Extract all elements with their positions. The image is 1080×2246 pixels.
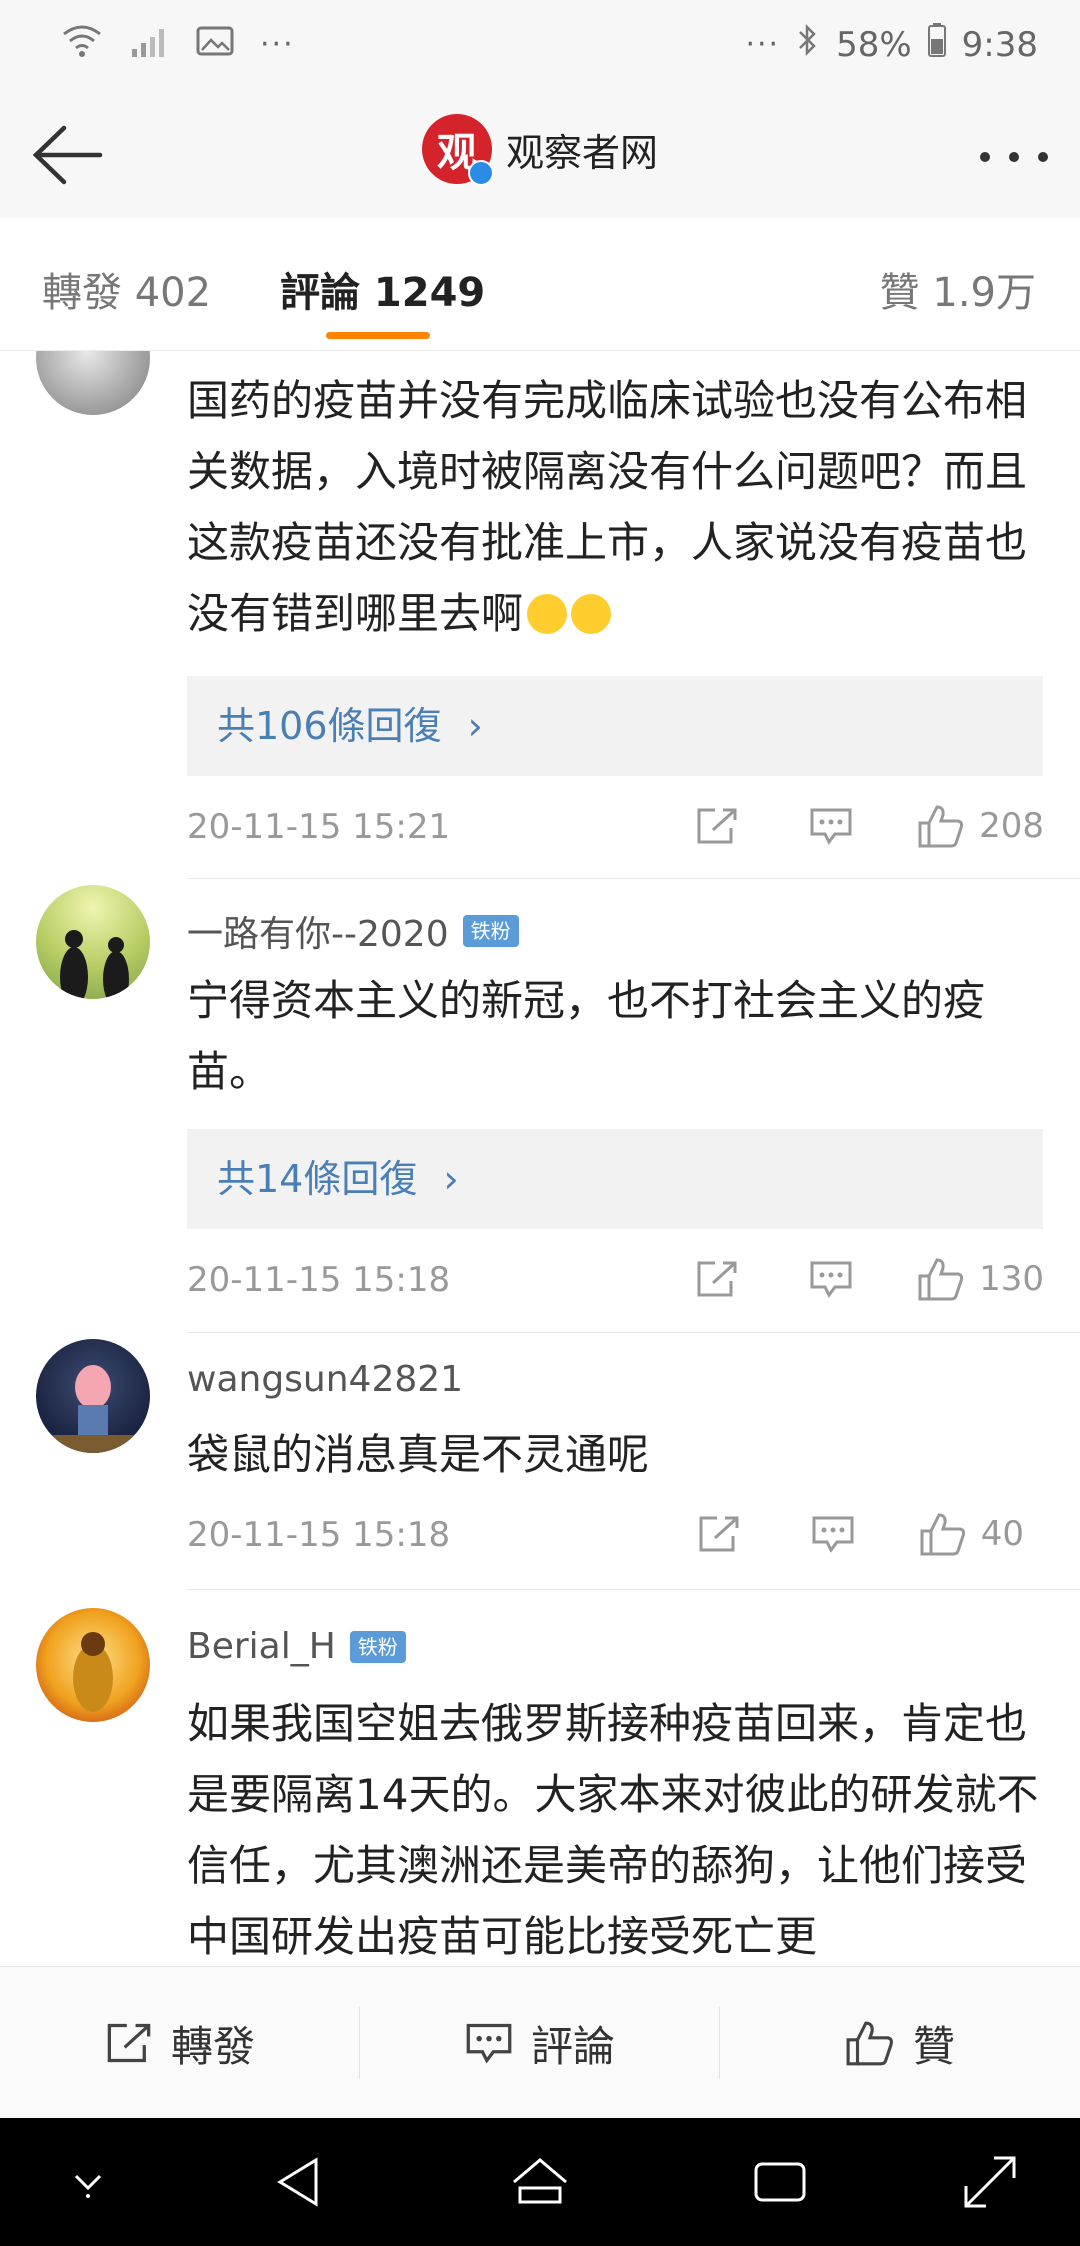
status-bar: ··· ··· 58% 9:38 xyxy=(0,0,1080,90)
comment-icon xyxy=(810,1261,852,1298)
username[interactable]: Berial_H xyxy=(187,1626,336,1667)
comment-icon xyxy=(466,2023,512,2064)
nav-fullscreen-button[interactable] xyxy=(958,2150,1022,2214)
status-right-dots: ··· xyxy=(745,27,781,62)
tab-likes[interactable]: 贊 1.9万 xyxy=(880,260,1036,318)
system-nav-bar xyxy=(0,2118,1080,2246)
like-label: 贊 xyxy=(912,2021,955,2071)
share-icon xyxy=(107,2023,151,2063)
tab-bar: 轉發 402 評論 1249 贊 1.9万 xyxy=(0,218,1080,351)
like-post-button[interactable]: 贊 xyxy=(720,1967,1080,2119)
clock: 9:38 xyxy=(961,24,1038,65)
repost-button[interactable]: 轉發 xyxy=(0,1967,360,2119)
share-button[interactable] xyxy=(695,806,739,846)
comment-button[interactable]: 評論 xyxy=(360,1967,720,2119)
comment-meta: 20-11-15 15:21 208 xyxy=(187,803,1044,853)
nav-home-button[interactable] xyxy=(508,2150,572,2214)
avatar[interactable] xyxy=(36,885,150,999)
comment-user[interactable]: Berial_H 铁粉 xyxy=(187,1626,406,1667)
share-icon xyxy=(697,808,737,844)
recents-icon xyxy=(754,2162,806,2202)
reply-button[interactable] xyxy=(809,806,853,846)
thumbs-up-icon xyxy=(920,1513,965,1556)
avatar[interactable] xyxy=(36,1339,150,1453)
chevron-down-icon xyxy=(74,2174,102,2198)
fan-badge: 铁粉 xyxy=(349,1630,406,1663)
share-button[interactable] xyxy=(697,1514,741,1554)
thinking-emoji-icon xyxy=(527,594,568,634)
comment-feed[interactable]: 国药的疫苗并没有完成临床试验也没有公布相关数据，入境时被隔离没有什么问题吧？而且… xyxy=(0,351,1080,1966)
like-count: 40 xyxy=(980,1514,1024,1554)
avatar[interactable] xyxy=(36,351,150,415)
replies-count: 共14條回復 xyxy=(217,1157,418,1201)
home-icon xyxy=(513,2158,567,2204)
wifi-icon xyxy=(60,22,104,66)
reply-button[interactable] xyxy=(809,1259,853,1299)
replies-link[interactable]: 共14條回復 › xyxy=(187,1129,1043,1229)
comment-meta: 20-11-15 15:18 130 xyxy=(187,1256,1044,1306)
avatar[interactable] xyxy=(36,1608,150,1722)
bluetooth-icon xyxy=(796,22,820,67)
chevron-right-icon: › xyxy=(443,1157,459,1201)
bottom-action-bar: 轉發 評論 贊 xyxy=(0,1966,1080,2119)
username[interactable]: 一路有你--2020 xyxy=(187,905,449,957)
divider xyxy=(187,1332,1080,1333)
timestamp: 20-11-15 15:18 xyxy=(187,1260,451,1300)
more-dots-icon xyxy=(980,152,1048,162)
comment-text: 如果我国空姐去俄罗斯接种疫苗回来，肯定也是要隔离14天的。大家本来对彼此的研发就… xyxy=(187,1699,1039,1961)
status-left-dots: ··· xyxy=(260,26,295,62)
comment-meta: 20-11-15 15:18 40 xyxy=(187,1511,1044,1561)
more-options-button[interactable] xyxy=(978,130,1050,170)
battery-percent: 58% xyxy=(836,24,912,65)
comment-icon xyxy=(812,1516,854,1553)
page-title: 观察者网 xyxy=(505,130,658,175)
comment-text: 宁得资本主义的新冠，也不打社会主义的疫苗。 xyxy=(187,976,986,1096)
like-count: 208 xyxy=(979,806,1044,846)
active-tab-indicator xyxy=(326,332,430,339)
signal-icon xyxy=(130,25,170,63)
tab-repost[interactable]: 轉發 402 xyxy=(42,260,211,318)
battery-icon xyxy=(927,23,946,66)
comment-text: 国药的疫苗并没有完成临床试验也没有公布相关数据，入境时被隔离没有什么问题吧？而且… xyxy=(187,376,1028,638)
thumbs-up-icon xyxy=(918,1258,964,1301)
back-triangle-icon xyxy=(277,2157,318,2207)
expand-icon xyxy=(964,2156,1016,2208)
like-button[interactable]: 208 xyxy=(917,803,1044,849)
repost-label: 轉發 xyxy=(170,2021,255,2071)
replies-count: 共106條回復 xyxy=(217,704,442,748)
nav-back-button[interactable] xyxy=(268,2150,332,2214)
comment-user[interactable]: wangsun42821 xyxy=(187,1359,463,1400)
thumbs-up-icon xyxy=(846,2021,893,2066)
account-title[interactable]: 观 观察者网 xyxy=(0,114,1080,186)
divider xyxy=(187,878,1080,879)
like-count: 130 xyxy=(979,1259,1044,1299)
chevron-right-icon: › xyxy=(467,704,483,748)
image-notification-icon xyxy=(196,26,234,62)
hide-keyboard-button[interactable] xyxy=(56,2150,120,2214)
thumbs-up-icon xyxy=(918,805,964,848)
comment-icon xyxy=(810,808,852,845)
share-icon xyxy=(699,1516,739,1552)
comment-user[interactable]: 一路有你--2020 铁粉 xyxy=(187,905,519,957)
header: 观 观察者网 xyxy=(0,90,1080,219)
divider xyxy=(187,1589,1080,1590)
comment-text: 袋鼠的消息真是不灵通呢 xyxy=(187,1430,650,1479)
thinking-emoji-icon xyxy=(571,594,612,634)
like-button[interactable]: 130 xyxy=(917,1256,1044,1302)
replies-link[interactable]: 共106條回復 › xyxy=(187,676,1043,776)
fan-badge: 铁粉 xyxy=(462,915,519,947)
account-logo: 观 xyxy=(421,114,494,186)
like-button[interactable]: 40 xyxy=(919,1511,1024,1557)
timestamp: 20-11-15 15:21 xyxy=(187,807,451,847)
username[interactable]: wangsun42821 xyxy=(187,1359,463,1400)
reply-button[interactable] xyxy=(811,1514,855,1554)
tab-comments[interactable]: 評論 1249 xyxy=(280,260,485,318)
share-button[interactable] xyxy=(695,1259,739,1299)
nav-recents-button[interactable] xyxy=(748,2150,812,2214)
share-icon xyxy=(697,1261,737,1297)
timestamp: 20-11-15 15:18 xyxy=(187,1515,451,1555)
comment-label: 評論 xyxy=(530,2021,615,2071)
verified-badge-icon xyxy=(467,160,494,186)
